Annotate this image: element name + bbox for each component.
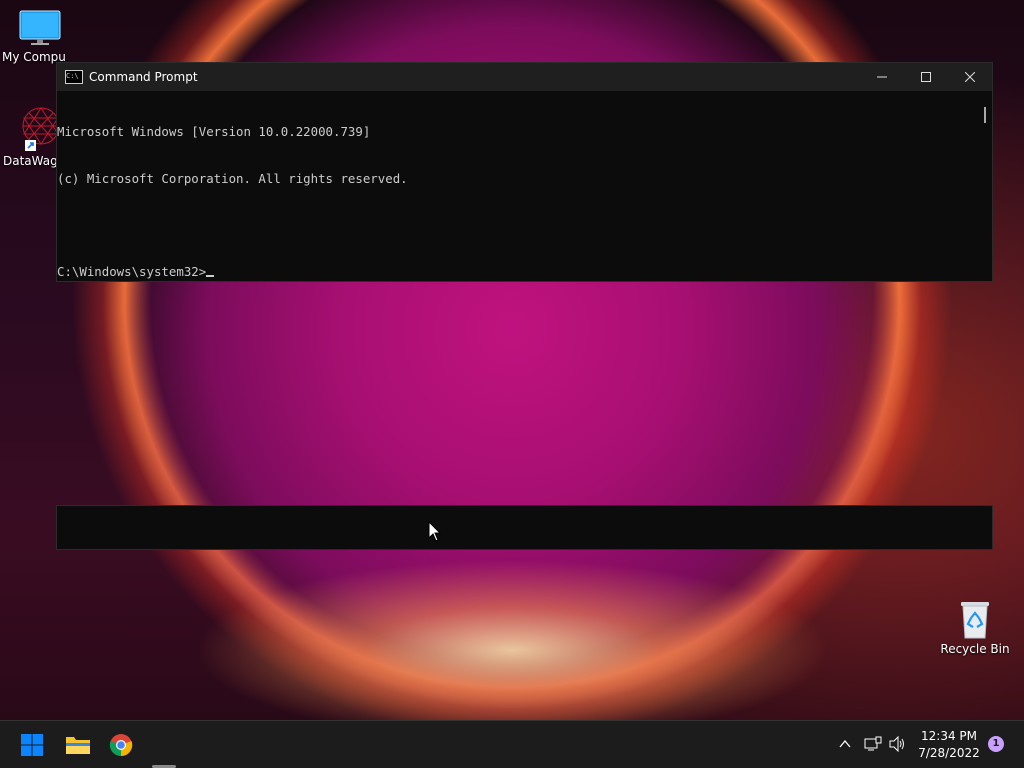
title-bar[interactable]: C:\ Command Prompt — [57, 63, 992, 91]
maximize-icon — [921, 72, 931, 82]
windows-logo-icon — [21, 734, 43, 756]
cmd-icon: C:\ — [65, 70, 83, 84]
console-prompt-line[interactable]: C:\Windows\system32> — [57, 264, 992, 280]
close-button[interactable] — [948, 63, 992, 91]
mouse-pointer-icon — [428, 521, 442, 542]
speaker-icon — [889, 735, 904, 753]
minimize-icon — [877, 76, 887, 78]
monitor-icon — [19, 10, 61, 45]
minimize-button[interactable] — [860, 63, 904, 91]
text-cursor — [206, 275, 215, 277]
recycle-bin-icon — [961, 602, 989, 639]
close-icon — [965, 72, 975, 82]
chevron-up-icon — [839, 739, 851, 748]
notification-badge[interactable]: 1 — [988, 736, 1004, 752]
clock-date: 7/28/2022 — [918, 746, 980, 760]
start-button[interactable] — [20, 733, 44, 757]
console-line: Microsoft Windows [Version 10.0.22000.73… — [57, 124, 371, 139]
file-explorer-button[interactable] — [65, 733, 90, 757]
folder-icon — [66, 737, 90, 754]
desktop-icon-recycle-bin[interactable]: Recycle Bin — [935, 596, 1015, 656]
network-button[interactable] — [864, 736, 882, 755]
console-prompt: C:\Windows\system32> — [57, 263, 207, 279]
clock[interactable]: 12:34 PM 7/28/2022 — [912, 728, 986, 762]
desktop-icon-label: Recycle Bin — [940, 642, 1010, 656]
chrome-icon — [109, 734, 133, 757]
command-prompt-window[interactable]: C:\ Command Prompt Microsoft Windows [Ve… — [56, 62, 993, 282]
volume-button[interactable] — [889, 735, 907, 755]
maximize-button[interactable] — [904, 63, 948, 91]
console-line: (c) Microsoft Corporation. All rights re… — [57, 170, 408, 186]
show-hidden-icons-button[interactable] — [838, 737, 852, 754]
desktop-icon-my-computer[interactable]: My Compu — [0, 8, 80, 64]
vertical-scrollbar[interactable] — [984, 107, 986, 123]
network-icon — [864, 736, 882, 751]
taskbar: 12:34 PM 7/28/2022 — [0, 720, 1024, 768]
clock-time: 12:34 PM — [921, 729, 977, 743]
window-title: Command Prompt — [89, 70, 198, 84]
console-window-fragment — [56, 505, 993, 550]
console-output[interactable]: Microsoft Windows [Version 10.0.22000.73… — [57, 91, 992, 279]
chrome-button[interactable] — [109, 733, 133, 757]
